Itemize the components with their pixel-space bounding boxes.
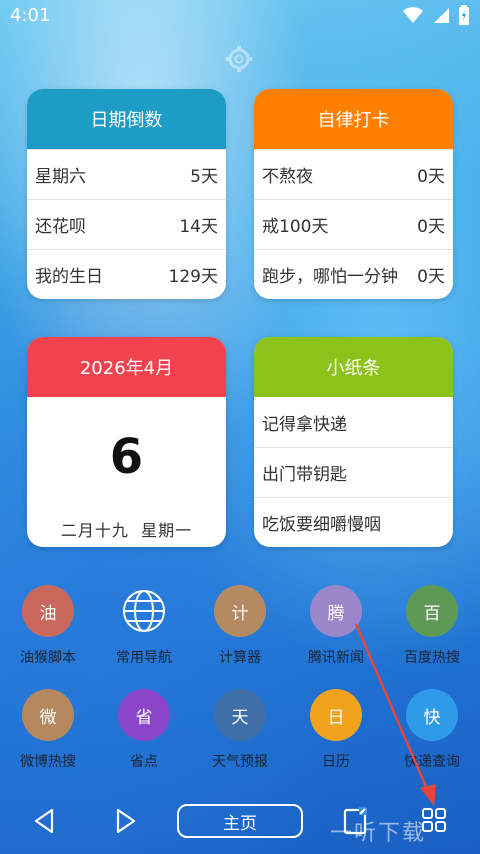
app-icon: 省 [118, 689, 170, 741]
app-label: 油猴脚本 [20, 650, 76, 666]
app-icon: 油 [22, 585, 74, 637]
calendar-lunar-date: 二月十九 星期一 [60, 521, 193, 540]
app-weather[interactable]: 天 天气预报 [192, 689, 288, 771]
countdown-row[interactable]: 还花呗 14天 [27, 199, 226, 249]
home-button[interactable]: 主页 [177, 804, 303, 838]
countdown-value: 129天 [168, 267, 218, 287]
checkin-value: 0天 [417, 167, 445, 187]
app-youhou-script[interactable]: 油 油猴脚本 [0, 585, 96, 667]
checkin-row[interactable]: 跑步，哪怕一分钟 0天 [254, 249, 453, 299]
app-weibo-hot[interactable]: 微 微博热搜 [0, 689, 96, 771]
checkin-value: 0天 [417, 267, 445, 287]
checkin-card-title: 自律打卡 [254, 89, 453, 149]
checkin-label: 戒100天 [262, 217, 329, 237]
app-label: 日历 [322, 754, 350, 770]
countdown-label: 还花呗 [35, 217, 86, 237]
countdown-label: 星期六 [35, 167, 86, 187]
countdown-card-title: 日期倒数 [27, 89, 226, 149]
globe-icon [118, 585, 170, 637]
back-icon[interactable] [30, 806, 58, 836]
countdown-row[interactable]: 我的生日 129天 [27, 249, 226, 299]
countdown-value: 5天 [190, 167, 218, 187]
status-bar: 4:01 [0, 0, 480, 30]
checkin-row[interactable]: 不熬夜 0天 [254, 149, 453, 199]
checkin-row[interactable]: 戒100天 0天 [254, 199, 453, 249]
note-item[interactable]: 吃饭要细嚼慢咽 [254, 497, 453, 547]
signal-icon [434, 8, 449, 23]
checkin-card[interactable]: 自律打卡 不熬夜 0天 戒100天 0天 跑步，哪怕一分钟 0天 [254, 89, 453, 299]
countdown-value: 14天 [179, 217, 218, 237]
calendar-card[interactable]: 2026年4月 6 二月十九 星期一 [27, 337, 226, 547]
status-time: 4:01 [10, 4, 51, 26]
app-calculator[interactable]: 计 计算器 [192, 585, 288, 667]
battery-icon [459, 5, 469, 25]
status-icons [402, 5, 470, 25]
calendar-month: 2026年4月 [27, 337, 226, 397]
app-label: 天气预报 [212, 754, 268, 770]
app-common-nav[interactable]: 常用导航 [96, 585, 192, 667]
calendar-day: 6 [109, 429, 144, 485]
checkin-value: 0天 [417, 217, 445, 237]
wifi-icon [403, 7, 423, 23]
forward-icon[interactable] [112, 806, 140, 836]
notes-card-title: 小纸条 [254, 337, 453, 397]
watermark: 一听下载 [330, 821, 427, 846]
app-shengdian[interactable]: 省 省点 [96, 689, 192, 771]
app-label: 常用导航 [116, 650, 172, 666]
app-icon: 微 [22, 689, 74, 741]
app-icon: 天 [214, 689, 266, 741]
checkin-label: 跑步，哪怕一分钟 [262, 267, 398, 287]
checkin-label: 不熬夜 [262, 167, 313, 187]
annotation-arrow [354, 623, 436, 806]
app-icon: 计 [214, 585, 266, 637]
note-item[interactable]: 出门带钥匙 [254, 447, 453, 497]
app-label: 微博热搜 [20, 754, 76, 770]
countdown-card[interactable]: 日期倒数 星期六 5天 还花呗 14天 我的生日 129天 [27, 89, 226, 299]
app-label: 计算器 [219, 650, 261, 666]
countdown-row[interactable]: 星期六 5天 [27, 149, 226, 199]
note-item[interactable]: 记得拿快递 [254, 397, 453, 447]
notes-card[interactable]: 小纸条 记得拿快递 出门带钥匙 吃饭要细嚼慢咽 [254, 337, 453, 547]
countdown-label: 我的生日 [35, 267, 103, 287]
app-label: 省点 [130, 754, 158, 770]
settings-gear-icon[interactable] [224, 44, 254, 74]
